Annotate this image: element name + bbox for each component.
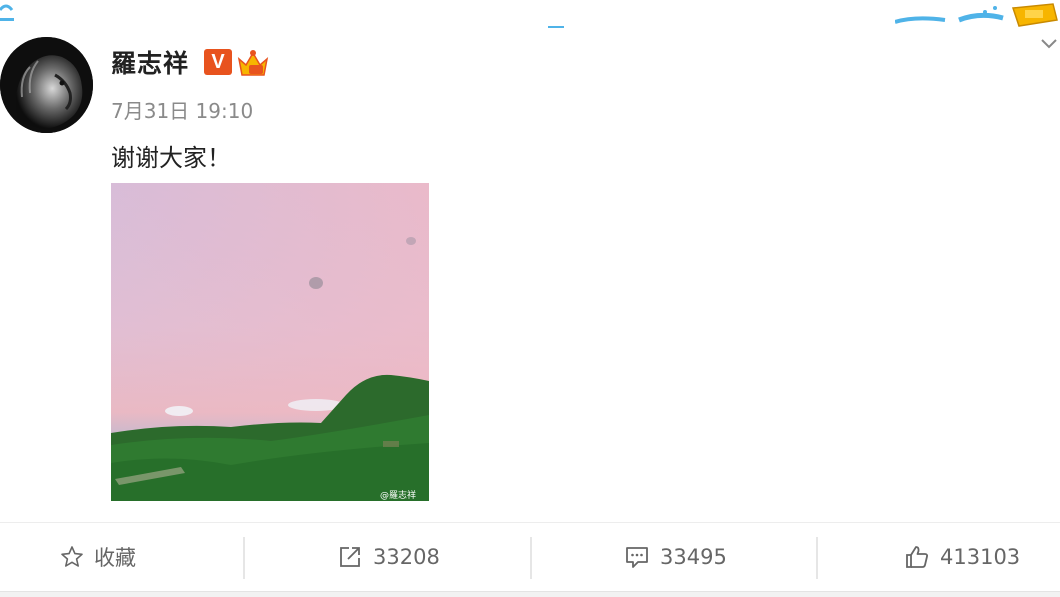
bottom-divider: [0, 591, 1060, 597]
like-count: 413103: [940, 545, 1021, 569]
verified-badge: V: [204, 49, 232, 75]
top-left-decoration: [0, 4, 14, 21]
post-text: 谢谢大家！: [111, 144, 231, 172]
share-icon: [340, 547, 360, 567]
favorite-label: 收藏: [94, 546, 136, 570]
landscape-photo: [111, 183, 429, 501]
chevron-down-icon[interactable]: [1040, 38, 1058, 50]
post-image[interactable]: [111, 183, 429, 501]
boat-icon: [1011, 3, 1058, 27]
top-right-decoration: [895, 3, 1058, 27]
action-separator: [243, 537, 245, 579]
post-timestamp[interactable]: 7月31日 19:10: [111, 95, 253, 124]
action-separator: [816, 537, 818, 579]
top-center-decoration: [548, 26, 564, 28]
share-button[interactable]: 33208: [337, 523, 440, 591]
image-watermark: @羅志祥: [380, 491, 417, 501]
favorite-button[interactable]: 收藏: [60, 523, 136, 591]
avatar[interactable]: [0, 37, 93, 133]
comment-count: 33495: [660, 545, 727, 569]
action-separator: [530, 537, 532, 579]
comment-icon: [626, 547, 648, 568]
like-button[interactable]: 413103: [904, 523, 1020, 591]
action-bar: 收藏 33208 33495 413103: [0, 523, 1060, 591]
like-icon: [906, 546, 928, 568]
star-icon: [61, 546, 83, 567]
lion-avatar-image: [0, 37, 93, 133]
crown-icon: [237, 50, 269, 76]
share-count: 33208: [373, 545, 440, 569]
comment-button[interactable]: 33495: [624, 523, 727, 591]
author-name[interactable]: 羅志祥: [111, 44, 189, 80]
